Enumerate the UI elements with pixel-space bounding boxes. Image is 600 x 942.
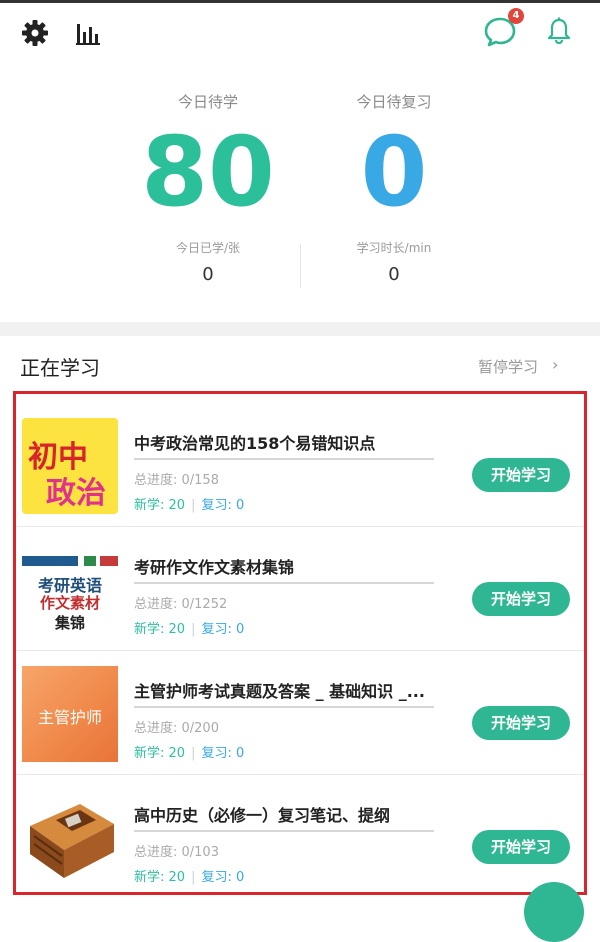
stats-bars-icon[interactable]	[74, 18, 104, 48]
floating-action-button[interactable]	[524, 882, 584, 942]
stats-divider	[300, 244, 301, 288]
learned-today-label: 今日已学/张	[175, 241, 241, 255]
study-duration-label: 学习时长/min	[356, 241, 432, 255]
today-to-review-value: 0	[360, 116, 428, 228]
pause-study-link[interactable]: 暂停学习	[478, 356, 538, 377]
chat-badge: 4	[508, 8, 524, 24]
today-to-learn-label: 今日待学	[177, 93, 238, 111]
section-title: 正在学习	[20, 356, 100, 380]
today-to-learn-value: 80	[141, 116, 275, 228]
top-edge-line	[0, 0, 600, 3]
today-to-review-label: 今日待复习	[356, 93, 432, 111]
study-duration-value: 0	[388, 264, 400, 285]
bell-icon[interactable]	[545, 16, 573, 46]
section-separator	[0, 322, 600, 336]
gear-icon[interactable]	[20, 18, 50, 48]
highlight-frame	[13, 391, 587, 895]
learned-today-value: 0	[202, 264, 214, 285]
chevron-right-icon[interactable]: ›	[552, 355, 558, 374]
